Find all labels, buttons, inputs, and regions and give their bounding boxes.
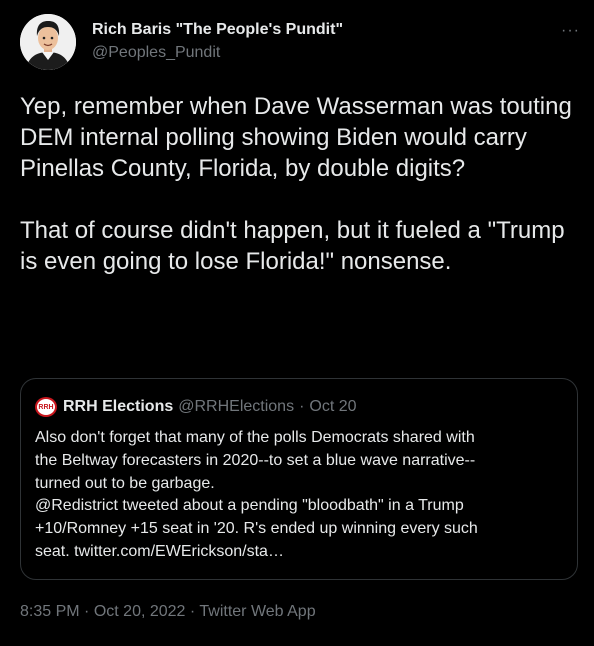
quoted-tweet-text: Also don't forget that many of the polls… bbox=[35, 429, 478, 560]
author-info: Rich Baris "The People's Pundit" @People… bbox=[92, 20, 343, 63]
quoted-tweet[interactable]: RRH RRH Elections @RRHElections · Oct 20… bbox=[20, 378, 578, 580]
author-display-name[interactable]: Rich Baris "The People's Pundit" bbox=[92, 20, 343, 40]
more-options-icon[interactable]: ··· bbox=[561, 22, 580, 40]
cartoon-avatar-icon bbox=[20, 14, 76, 70]
author-handle[interactable]: @Peoples_Pundit bbox=[92, 43, 343, 63]
tweet-text: Yep, remember when Dave Wasserman was to… bbox=[20, 93, 572, 275]
tweet-date[interactable]: Oct 20, 2022 bbox=[94, 603, 186, 620]
avatar[interactable] bbox=[20, 14, 76, 70]
separator-dot: · bbox=[189, 603, 196, 620]
tweet-metadata: 8:35 PM · Oct 20, 2022 · Twitter Web App bbox=[20, 603, 316, 621]
quoted-tweet-header: RRH RRH Elections @RRHElections · Oct 20 bbox=[35, 397, 357, 417]
tweet-time[interactable]: 8:35 PM bbox=[20, 603, 80, 620]
quoted-author-name: RRH Elections bbox=[63, 398, 174, 415]
rrh-logo-icon: RRH bbox=[35, 397, 57, 417]
quoted-author-handle: @RRHElections bbox=[178, 398, 295, 415]
tweet-source: Twitter Web App bbox=[199, 603, 316, 620]
separator-dot: · bbox=[299, 398, 305, 415]
tweet: Rich Baris "The People's Pundit" @People… bbox=[0, 0, 594, 646]
quoted-tweet-date: Oct 20 bbox=[309, 398, 357, 415]
separator-dot: · bbox=[84, 603, 90, 620]
